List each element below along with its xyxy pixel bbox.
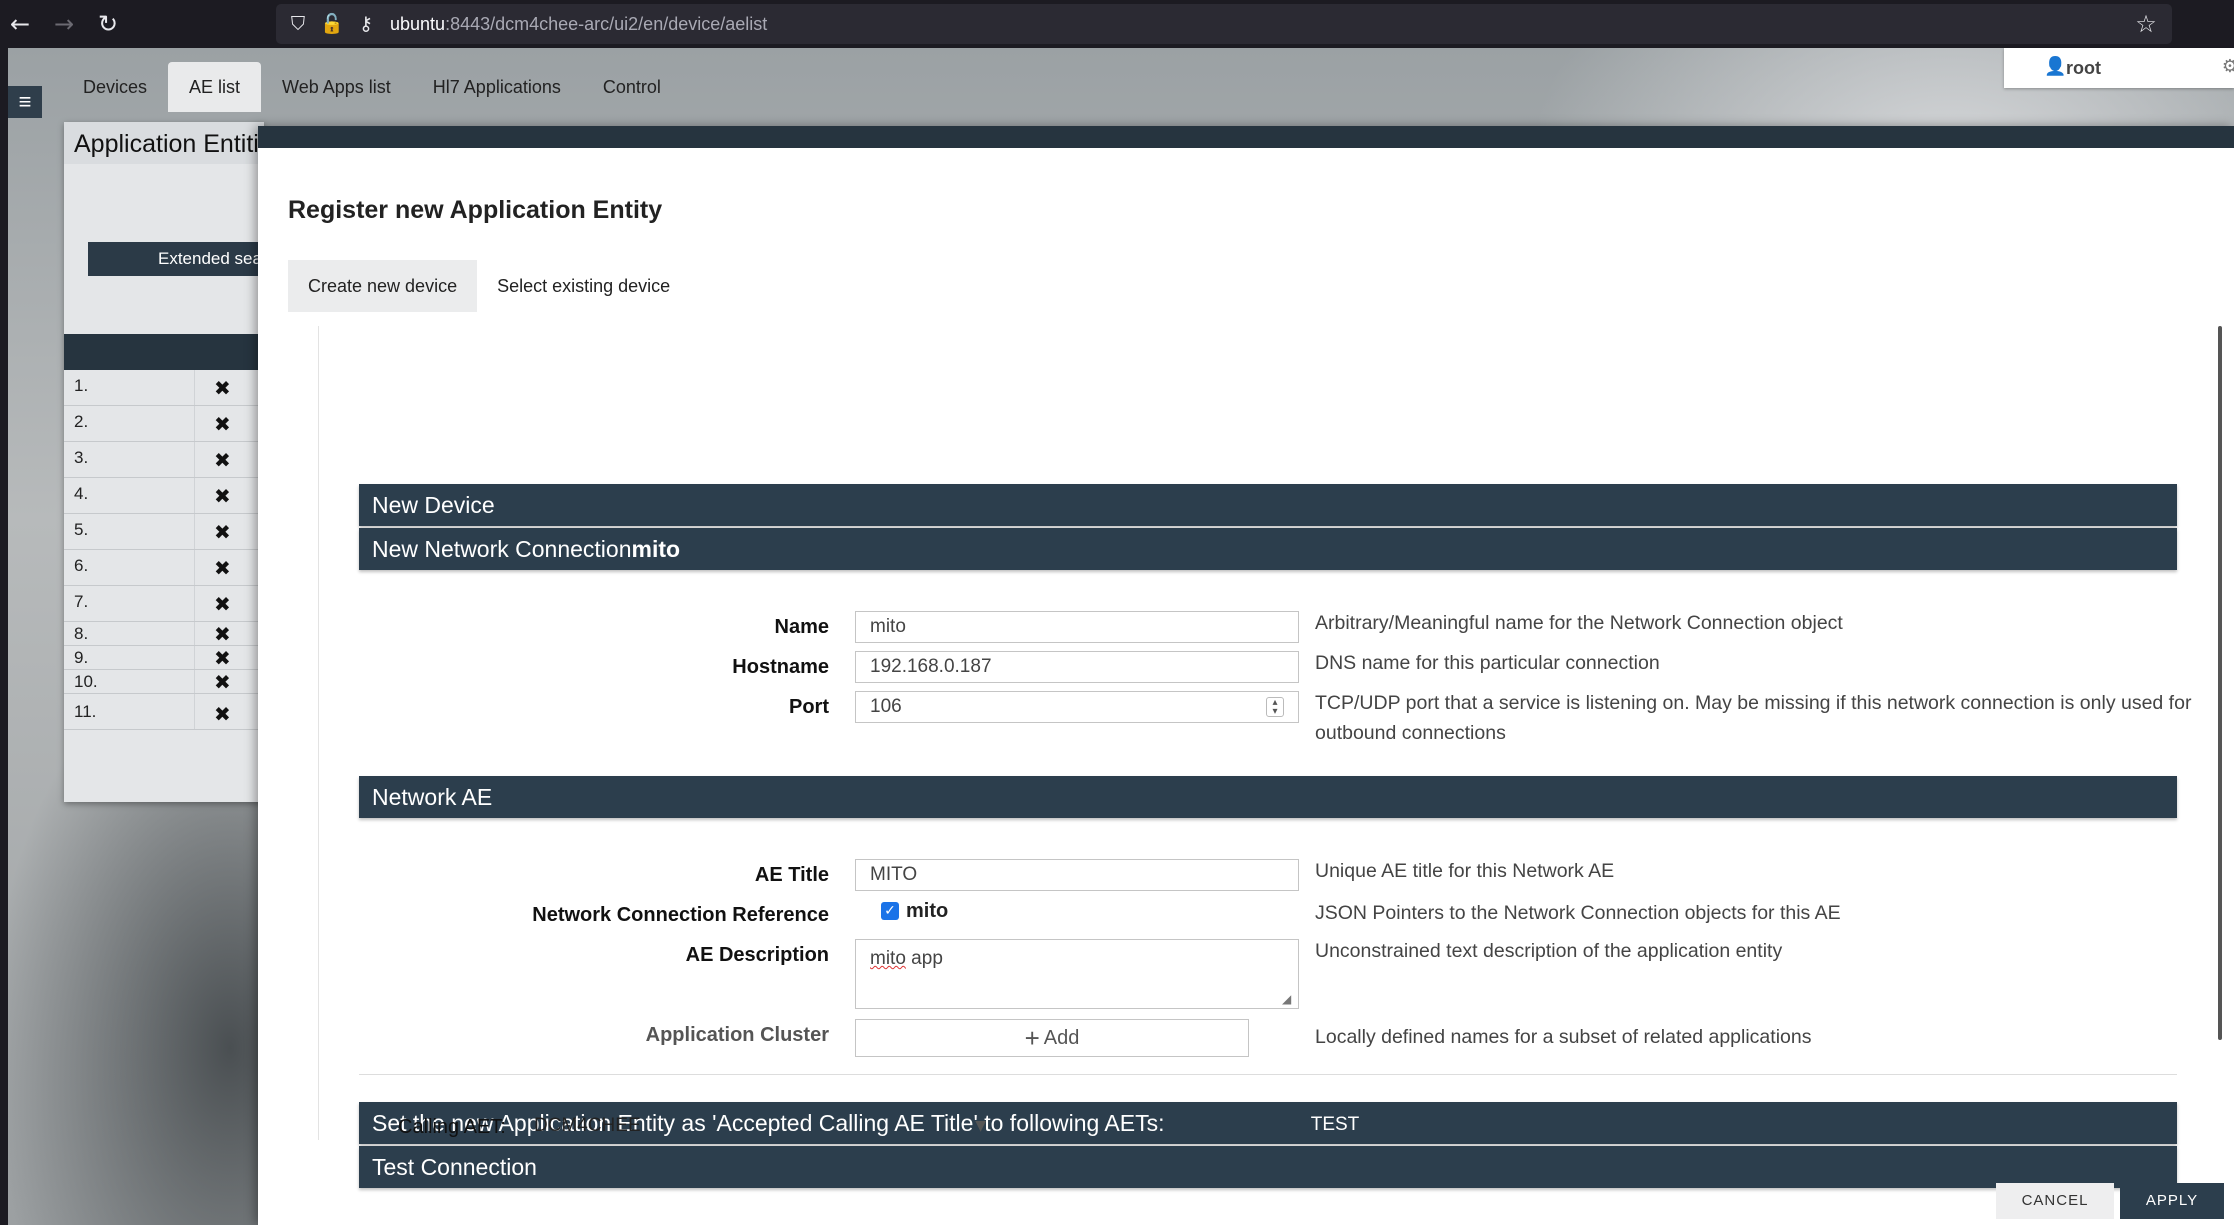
user-menu[interactable]: 👤 root ⚙	[2004, 48, 2234, 88]
section-new-device[interactable]: New Device	[359, 484, 2177, 526]
section-new-network-connection[interactable]: New Network Connectionmito	[359, 528, 2177, 570]
tab-control[interactable]: Control	[582, 62, 682, 112]
ae-title-help: Unique AE title for this Network AE	[1315, 860, 1615, 882]
table-row: 10. ✖	[64, 670, 264, 694]
table-row: 1. ✖	[64, 370, 264, 406]
name-label: Name	[774, 616, 829, 638]
table-row: 7. ✖	[64, 586, 264, 622]
page-title: Application Entities	[74, 130, 286, 158]
calling-aet-select[interactable]: DCM4CHEE ▼	[524, 1110, 994, 1142]
delete-icon[interactable]: ✖	[214, 484, 231, 508]
table-row: 11. ✖	[64, 694, 264, 730]
dialog-title: Register new Application Entity	[288, 196, 663, 224]
delete-icon[interactable]: ✖	[214, 556, 231, 580]
table-row: 3. ✖	[64, 442, 264, 478]
network-connection-checkbox[interactable]: ✓	[881, 902, 899, 920]
url-text[interactable]: ubuntu:8443/dcm4chee-arc/ui2/en/device/a…	[390, 14, 767, 35]
table-header	[64, 334, 264, 370]
lock-icon[interactable]: 🔓	[318, 10, 346, 38]
user-icon: 👤	[2044, 56, 2067, 77]
network-connection-checkbox-label[interactable]: mito	[906, 900, 948, 923]
application-cluster-help: Locally defined names for a subset of re…	[1315, 1026, 1812, 1048]
device-mode-tabs: Create new device Select existing device	[288, 260, 690, 312]
hostname-input[interactable]: 192.168.0.187	[855, 651, 1299, 683]
port-label: Port	[789, 696, 829, 718]
top-navigation: Devices AE list Web Apps list Hl7 Applic…	[62, 62, 682, 112]
dialog-scrollbar[interactable]	[2218, 326, 2222, 1040]
application-cluster-add-button[interactable]: + Add	[855, 1019, 1249, 1057]
left-edge	[0, 48, 8, 1225]
chevron-down-icon: ▼	[975, 1118, 986, 1134]
name-input[interactable]: mito	[855, 611, 1299, 643]
hamburger-menu-icon[interactable]: ≡	[8, 86, 42, 118]
reload-icon[interactable]: ↻	[92, 8, 124, 40]
application-cluster-label: Application Cluster	[645, 1024, 829, 1046]
delete-icon[interactable]: ✖	[214, 412, 231, 436]
forward-icon[interactable]: →	[48, 8, 80, 40]
port-help: TCP/UDP port that a service is listening…	[1315, 692, 2192, 744]
delete-icon[interactable]: ✖	[214, 376, 231, 400]
tab-hl7-applications[interactable]: Hl7 Applications	[412, 62, 582, 112]
delete-icon[interactable]: ✖	[214, 702, 231, 726]
table-row: 8. ✖	[64, 622, 264, 646]
back-icon[interactable]: ←	[4, 8, 36, 40]
delete-icon[interactable]: ✖	[214, 622, 231, 646]
plus-icon: +	[1024, 1023, 1040, 1053]
delete-icon[interactable]: ✖	[214, 670, 231, 694]
tab-ae-list[interactable]: AE list	[168, 62, 262, 112]
table-row: 2. ✖	[64, 406, 264, 442]
section-test-connection[interactable]: Test Connection	[359, 1146, 2177, 1188]
tab-devices[interactable]: Devices	[62, 62, 168, 112]
dialog-top-bar	[258, 126, 2234, 148]
ae-title-label: AE Title	[754, 864, 829, 886]
port-spinner-icon[interactable]: ▴ ▾	[1266, 697, 1284, 717]
ae-title-input[interactable]: MITO	[855, 859, 1299, 891]
tab-create-new-device[interactable]: Create new device	[288, 260, 478, 312]
shield-icon[interactable]: ⛉	[284, 10, 312, 38]
register-ae-dialog: Register new Application Entity Create n…	[258, 126, 2234, 1225]
hostname-help: DNS name for this particular connection	[1315, 652, 1660, 674]
section-network-ae[interactable]: Network AE	[359, 776, 2177, 818]
cancel-button[interactable]: CANCEL	[1996, 1183, 2114, 1219]
calling-aet-label: Calling AET:	[398, 1116, 506, 1138]
gear-icon[interactable]: ⚙	[2222, 56, 2234, 77]
key-icon[interactable]: ⚷	[352, 10, 380, 38]
delete-icon[interactable]: ✖	[214, 592, 231, 616]
ae-description-textarea[interactable]: mito app ◢	[855, 939, 1299, 1009]
dialog-form[interactable]: New Device New Network Connectionmito Na…	[318, 326, 2191, 1188]
address-bar[interactable]: ⛉ 🔓 ⚷ ubuntu:8443/dcm4chee-arc/ui2/en/de…	[276, 4, 2172, 44]
user-name: root	[2066, 58, 2101, 78]
ae-list-panel: Application Entities Extended search 1. ✖…	[64, 122, 286, 802]
bookmark-star-icon[interactable]: ☆	[2132, 10, 2160, 38]
port-input[interactable]: 106 ▴ ▾	[855, 691, 1299, 723]
divider	[359, 1074, 2177, 1075]
table-row: 6. ✖	[64, 550, 264, 586]
apply-button[interactable]: APPLY	[2120, 1183, 2224, 1219]
delete-icon[interactable]: ✖	[214, 646, 231, 670]
hostname-label: Hostname	[732, 656, 829, 678]
table-row: 5. ✖	[64, 514, 264, 550]
table-row: 4. ✖	[64, 478, 264, 514]
browser-toolbar: ← → ↻ ⛉ 🔓 ⚷ ubuntu:8443/dcm4chee-arc/ui2…	[0, 0, 2234, 48]
ae-description-help: Unconstrained text description of the ap…	[1315, 940, 1783, 962]
table-row: 9. ✖	[64, 646, 264, 670]
network-connection-reference-help: JSON Pointers to the Network Connection …	[1315, 902, 1841, 924]
delete-icon[interactable]: ✖	[214, 448, 231, 472]
tab-web-apps-list[interactable]: Web Apps list	[261, 62, 412, 112]
network-connection-reference-label: Network Connection Reference	[532, 904, 829, 926]
ae-description-label: AE Description	[685, 944, 829, 966]
extended-search-button[interactable]: Extended search	[88, 242, 286, 276]
delete-icon[interactable]: ✖	[214, 520, 231, 544]
name-help: Arbitrary/Meaningful name for the Networ…	[1315, 612, 1843, 634]
test-button[interactable]: TEST	[1253, 1110, 1417, 1140]
tab-select-existing-device[interactable]: Select existing device	[477, 260, 690, 312]
resize-grip-icon[interactable]: ◢	[1282, 992, 1296, 1006]
